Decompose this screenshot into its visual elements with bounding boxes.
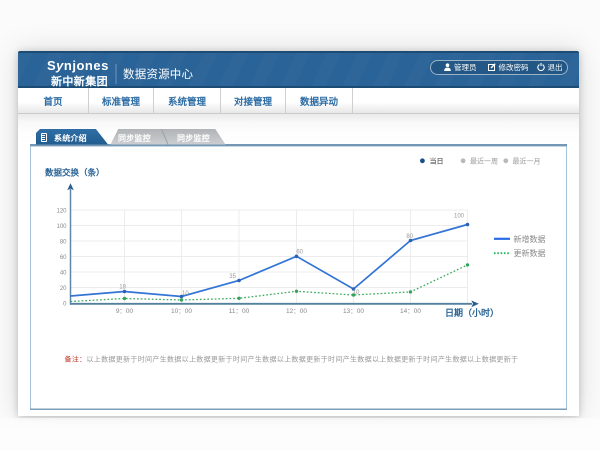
svg-text:备注：以上数据更新于时间产生数据以上数据更新于时间产生数据以: 备注：以上数据更新于时间产生数据以上数据更新于时间产生数据以上数据更新于时间产生… <box>65 354 519 363</box>
svg-text:9：00: 9：00 <box>116 308 134 315</box>
svg-text:新增数据: 新增数据 <box>514 234 546 244</box>
svg-text:最近一周: 最近一周 <box>470 157 498 166</box>
svg-text:80: 80 <box>406 234 413 240</box>
svg-text:10: 10 <box>182 291 189 297</box>
svg-text:12：00: 12：00 <box>286 308 307 315</box>
svg-text:最近一月: 最近一月 <box>513 157 541 166</box>
svg-text:当日: 当日 <box>430 157 444 166</box>
svg-text:10: 10 <box>353 290 360 296</box>
svg-text:更新数据: 更新数据 <box>514 248 546 258</box>
svg-text:10：00: 10：00 <box>171 308 192 315</box>
svg-text:13：00: 13：00 <box>343 308 364 315</box>
svg-text:80: 80 <box>60 239 67 245</box>
svg-text:40: 40 <box>60 270 67 276</box>
svg-text:120: 120 <box>56 208 67 214</box>
svg-text:日期（小时）: 日期（小时） <box>445 307 499 318</box>
svg-text:100: 100 <box>454 214 465 220</box>
svg-text:18: 18 <box>119 284 126 290</box>
svg-text:数据交换（条）: 数据交换（条） <box>45 168 105 178</box>
svg-text:20: 20 <box>60 286 67 292</box>
svg-text:60: 60 <box>296 249 303 255</box>
svg-text:14：00: 14：00 <box>400 308 421 315</box>
svg-text:60: 60 <box>60 255 67 261</box>
svg-text:11：00: 11：00 <box>229 308 250 315</box>
svg-text:100: 100 <box>56 224 67 230</box>
svg-text:35: 35 <box>229 274 236 280</box>
